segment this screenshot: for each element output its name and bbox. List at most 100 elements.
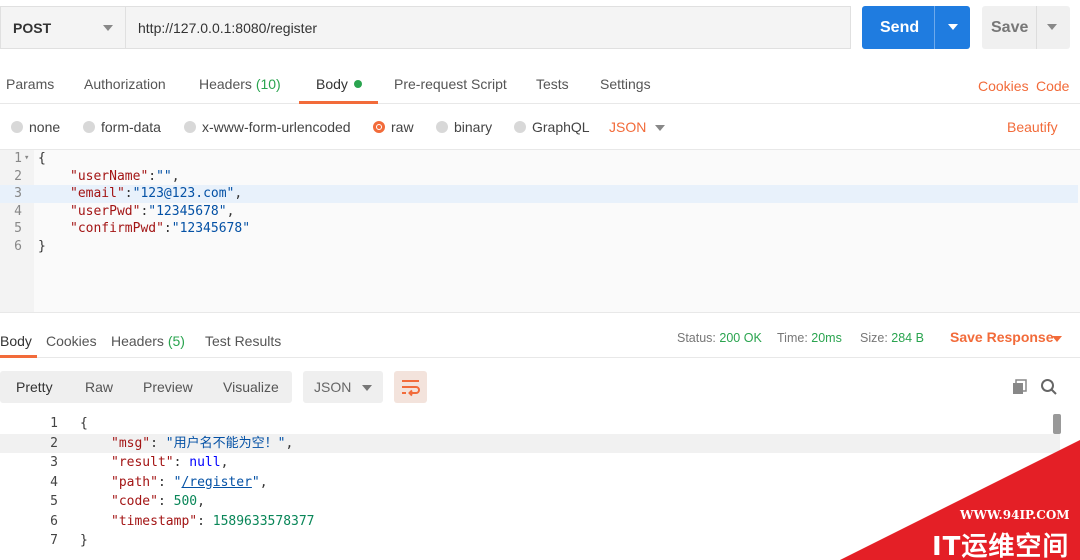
resp-tab-test-results[interactable]: Test Results xyxy=(205,333,281,349)
code-link[interactable]: Code xyxy=(1036,78,1069,94)
save-button[interactable]: Save xyxy=(982,6,1070,49)
radio-graphql-label[interactable]: GraphQL xyxy=(532,119,590,135)
chevron-down-icon[interactable] xyxy=(948,24,958,30)
radio-none[interactable] xyxy=(11,121,23,133)
save-label: Save xyxy=(991,18,1029,36)
view-preview-button[interactable]: Preview xyxy=(143,379,193,395)
chevron-down-icon[interactable] xyxy=(1047,24,1057,30)
request-tabs: Params Authorization Headers (10) Body P… xyxy=(0,62,1080,104)
response-line: 2 "msg": "用户名不能为空！", xyxy=(0,433,1060,453)
code-text: "email":"123@123.com", xyxy=(70,186,243,201)
resp-tab-headers-count: (5) xyxy=(167,333,185,349)
response-line: 1 { xyxy=(0,414,1060,434)
time-indicator: Time: 20ms xyxy=(777,331,842,345)
response-line: 4 "path": "/register", xyxy=(0,473,1060,493)
view-raw-button[interactable]: Raw xyxy=(85,379,113,395)
editor-line: 6 } xyxy=(0,238,1078,256)
code-text: { xyxy=(80,416,88,431)
line-number: 1 xyxy=(50,416,58,431)
tab-headers-label: Headers xyxy=(199,76,252,92)
radio-urlencoded[interactable] xyxy=(184,121,196,133)
editor-line: 5 "confirmPwd":"12345678" xyxy=(0,220,1078,238)
code-text: "userPwd":"12345678", xyxy=(70,203,235,219)
save-response-button[interactable]: Save Response xyxy=(950,329,1054,345)
chevron-down-icon xyxy=(103,25,113,31)
resp-tab-body[interactable]: Body xyxy=(0,333,32,349)
send-button[interactable]: Send xyxy=(862,6,970,49)
format-select[interactable]: JSON xyxy=(609,119,646,135)
code-text: } xyxy=(80,533,88,548)
view-pretty-button[interactable]: Pretty xyxy=(16,379,53,395)
code-text: "result": null, xyxy=(111,455,229,470)
tab-body-label: Body xyxy=(316,76,348,92)
line-number: 6 xyxy=(14,238,22,254)
line-number: 2 xyxy=(50,435,58,451)
watermark-name: IT运维空间 xyxy=(932,532,1070,560)
search-icon[interactable] xyxy=(1040,378,1058,396)
line-number: 3 xyxy=(14,186,22,201)
code-text: "path": "/register", xyxy=(111,474,268,490)
request-body-editor[interactable]: 1 ▾ { 2 "userName":"", 3 "email":"123@12… xyxy=(0,149,1080,313)
response-tabs: Body Cookies Headers (5) Test Results St… xyxy=(0,326,1080,358)
size-label: Size: xyxy=(860,331,888,345)
fold-arrow-icon[interactable]: ▾ xyxy=(24,150,29,168)
radio-binary[interactable] xyxy=(436,121,448,133)
method-select[interactable]: POST xyxy=(0,6,125,49)
radio-graphql[interactable] xyxy=(514,121,526,133)
radio-raw[interactable] xyxy=(373,121,385,133)
status-indicator: Status: 200 OK xyxy=(677,331,762,345)
time-value: 20ms xyxy=(811,331,842,345)
response-line: 3 "result": null, xyxy=(0,453,1060,473)
body-type-row: none form-data x-www-form-urlencoded raw… xyxy=(0,116,1080,140)
line-number: 7 xyxy=(50,533,58,548)
radio-raw-label[interactable]: raw xyxy=(391,119,414,135)
editor-line-active: 3 "email":"123@123.com", xyxy=(0,185,1078,203)
radio-binary-label[interactable]: binary xyxy=(454,119,492,135)
line-number: 4 xyxy=(14,203,22,219)
response-format-label: JSON xyxy=(314,379,352,395)
path-link[interactable]: /register xyxy=(181,475,251,490)
chevron-down-icon[interactable] xyxy=(1052,336,1062,342)
code-text: } xyxy=(38,238,46,254)
resp-tab-headers[interactable]: Headers (5) xyxy=(111,333,185,349)
chevron-down-icon[interactable] xyxy=(655,125,665,131)
radio-none-label[interactable]: none xyxy=(29,119,60,135)
wrap-lines-button[interactable] xyxy=(394,371,427,403)
code-text: "confirmPwd":"12345678" xyxy=(70,221,251,236)
save-divider xyxy=(1036,6,1037,49)
line-number: 5 xyxy=(14,221,22,236)
send-divider xyxy=(934,6,935,49)
tab-prerequest-script[interactable]: Pre-request Script xyxy=(394,76,507,92)
url-bar: POST http://127.0.0.1:8080/register Send… xyxy=(0,6,1080,50)
tab-body[interactable]: Body xyxy=(316,76,362,92)
resp-tab-cookies[interactable]: Cookies xyxy=(46,333,97,349)
beautify-link[interactable]: Beautify xyxy=(1007,119,1058,135)
watermark-url: WWW.94IP.COM xyxy=(960,508,1070,522)
view-mode-group: Pretty Raw Preview Visualize xyxy=(0,371,292,403)
time-label: Time: xyxy=(777,331,808,345)
size-value: 284 B xyxy=(891,331,924,345)
url-input[interactable]: http://127.0.0.1:8080/register xyxy=(125,6,851,49)
radio-form-data[interactable] xyxy=(83,121,95,133)
line-number: 1 xyxy=(14,151,22,166)
status-label: Status: xyxy=(677,331,716,345)
scrollbar-thumb[interactable] xyxy=(1053,414,1061,434)
line-number: 3 xyxy=(50,455,58,470)
copy-icon[interactable] xyxy=(1012,379,1028,395)
tab-headers[interactable]: Headers (10) xyxy=(199,76,281,92)
resp-tab-headers-label: Headers xyxy=(111,333,164,349)
line-number: 2 xyxy=(14,168,22,184)
radio-urlencoded-label[interactable]: x-www-form-urlencoded xyxy=(202,119,351,135)
cookies-link[interactable]: Cookies xyxy=(978,78,1029,94)
url-value: http://127.0.0.1:8080/register xyxy=(138,19,318,36)
tab-params[interactable]: Params xyxy=(6,76,54,92)
tab-authorization[interactable]: Authorization xyxy=(84,76,166,92)
editor-line: 4 "userPwd":"12345678", xyxy=(0,203,1078,221)
radio-form-data-label[interactable]: form-data xyxy=(101,119,161,135)
method-label: POST xyxy=(13,19,52,36)
tab-tests[interactable]: Tests xyxy=(536,76,569,92)
view-visualize-button[interactable]: Visualize xyxy=(223,379,279,395)
response-format-select[interactable]: JSON xyxy=(303,371,383,403)
tab-settings[interactable]: Settings xyxy=(600,76,651,92)
editor-line: 1 ▾ { xyxy=(0,150,1078,168)
